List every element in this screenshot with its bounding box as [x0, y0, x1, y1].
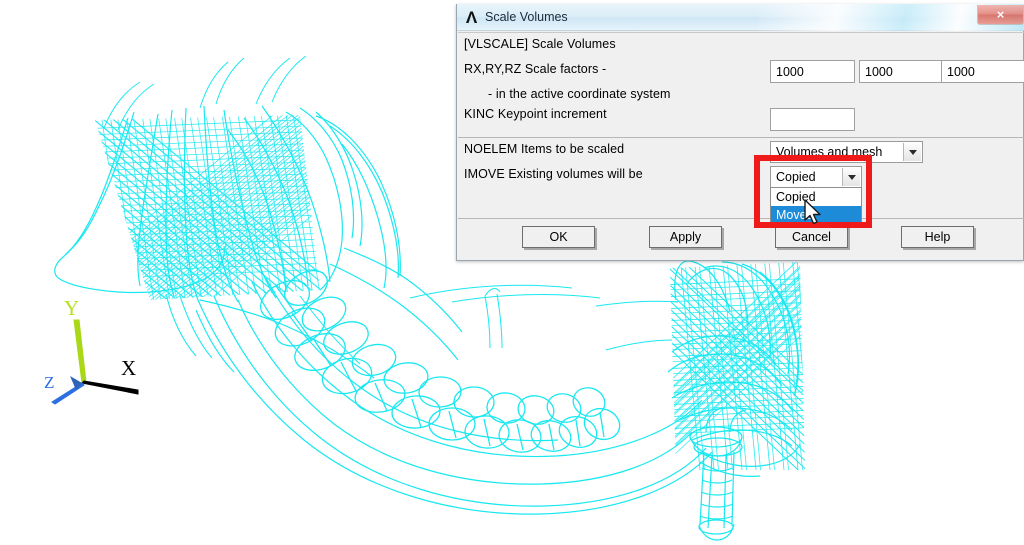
- chevron-down-icon[interactable]: [903, 143, 921, 161]
- noelem-combobox[interactable]: Volumes and mesh: [770, 141, 923, 163]
- kinc-input[interactable]: [770, 108, 855, 131]
- axis-label-x: X: [121, 356, 137, 380]
- keypoint-increment-label: KINC Keypoint increment: [464, 107, 607, 121]
- close-icon[interactable]: ×: [977, 5, 1024, 25]
- existing-volumes-label: IMOVE Existing volumes will be: [464, 167, 643, 181]
- dropdown-option-moved[interactable]: Moved: [771, 206, 861, 224]
- divider-bottom: [458, 218, 1024, 219]
- divider-middle: [458, 137, 1024, 138]
- imove-selected-value: Copied: [776, 170, 816, 184]
- dropdown-option-copied[interactable]: Copied: [771, 188, 861, 206]
- apply-button[interactable]: Apply: [649, 226, 722, 248]
- scale-volumes-dialog: Λ Scale Volumes × [VLSCALE] Scale Volume…: [456, 4, 1024, 261]
- axis-label-y: Y: [64, 296, 80, 320]
- rz-scale-input[interactable]: [941, 60, 1024, 83]
- dialog-header-label: [VLSCALE] Scale Volumes: [464, 37, 616, 51]
- ry-scale-input[interactable]: [859, 60, 944, 83]
- noelem-selected-value: Volumes and mesh: [776, 145, 883, 159]
- coordinate-system-note: - in the active coordinate system: [488, 87, 671, 101]
- chevron-down-icon[interactable]: [842, 168, 860, 186]
- divider-top: [458, 32, 1024, 33]
- ansys-lambda-icon: Λ: [465, 8, 478, 27]
- scale-factors-label: RX,RY,RZ Scale factors -: [464, 62, 607, 76]
- dialog-titlebar[interactable]: Λ Scale Volumes ×: [457, 4, 1024, 31]
- axis-triad: [51, 319, 139, 405]
- screen-root: Y X Z Λ Scale Volumes × [VLSCALE] Scale …: [0, 0, 1024, 545]
- axis-label-z: Z: [44, 373, 55, 392]
- dialog-title: Scale Volumes: [485, 10, 568, 24]
- cancel-button[interactable]: Cancel: [775, 226, 848, 248]
- imove-combobox[interactable]: Copied: [770, 166, 862, 188]
- rx-scale-input[interactable]: [770, 60, 855, 83]
- imove-dropdown-list[interactable]: Copied Moved: [770, 187, 862, 225]
- items-to-be-scaled-label: NOELEM Items to be scaled: [464, 142, 625, 156]
- help-button[interactable]: Help: [901, 226, 974, 248]
- ok-button[interactable]: OK: [522, 226, 595, 248]
